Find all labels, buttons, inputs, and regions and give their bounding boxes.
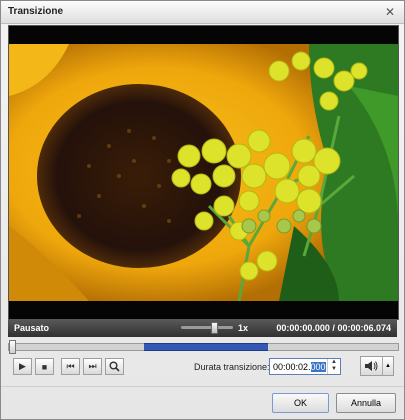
speed-value: 1x [238,323,249,333]
current-time: 00:00:00.000 [276,323,330,333]
player-status-bar: Pausato 1x 00:00:00.000 / 00:00:06.074 [8,319,397,337]
duration-label: Durata transizione: [194,362,270,372]
duration-value-prefix: 00:00:02. [273,362,311,372]
zoom-icon [109,361,120,372]
duration-value-selected: 000 [310,362,326,372]
total-time: 00:00:06.074 [337,323,391,333]
transition-segment [144,343,268,351]
cancel-button[interactable]: Annulla [336,393,396,413]
play-button[interactable]: ▶ [13,358,32,375]
dialog-title: Transizione [8,6,64,17]
speed-slider-handle[interactable] [211,322,218,334]
stop-button[interactable]: ■ [35,358,54,375]
next-frame-icon: ⏭ [88,361,97,371]
timeline[interactable] [8,340,399,354]
transition-dialog: Transizione ✕ Pausato 1x 00:00:00.000 / … [0,0,405,420]
time-readout: 00:00:00.000 / 00:00:06.074 [276,323,391,333]
play-icon: ▶ [19,361,26,371]
title-bar: Transizione ✕ [1,1,404,24]
spin-up-icon[interactable]: ▲ [328,359,340,366]
speaker-icon [365,361,378,371]
zoom-button[interactable] [105,358,124,375]
duration-spin-arrows[interactable]: ▲ ▼ [327,359,340,374]
video-frame-image [9,26,398,319]
stop-icon: ■ [41,361,48,372]
duration-value[interactable]: 00:00:02.000 [273,362,326,372]
time-separator: / [332,323,335,333]
speed-slider[interactable] [181,322,233,334]
video-preview [8,25,399,320]
duration-spinbox[interactable]: 00:00:02.000 ▲ ▼ [269,358,341,375]
next-frame-button[interactable]: ⏭ [83,358,102,375]
previous-frame-icon: ⏮ [66,361,75,371]
close-icon[interactable]: ✕ [382,4,398,20]
previous-frame-button[interactable]: ⏮ [61,358,80,375]
footer-divider [1,386,404,387]
ok-button[interactable]: OK [272,393,329,413]
volume-button[interactable]: ▲ [360,356,394,376]
playback-state: Pausato [14,323,50,333]
playhead[interactable] [9,340,16,354]
spin-down-icon[interactable]: ▼ [328,366,340,373]
chevron-down-icon[interactable]: ▲ [382,357,393,375]
